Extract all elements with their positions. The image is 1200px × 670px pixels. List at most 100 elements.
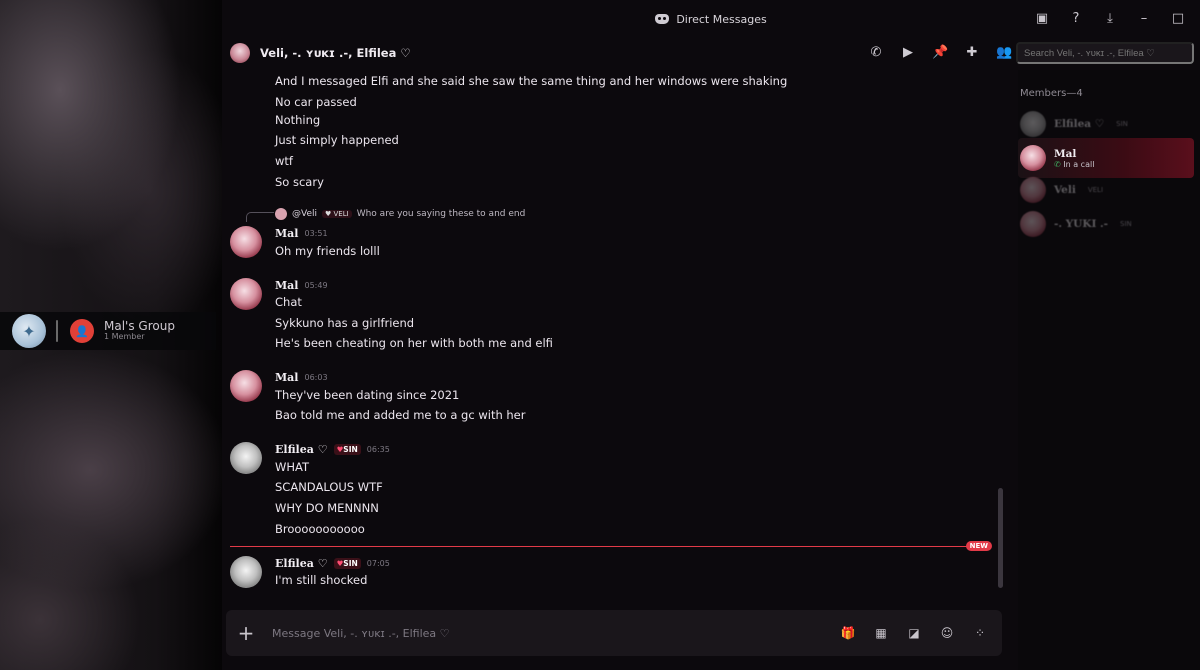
separator bbox=[56, 320, 58, 342]
composer-actions: 🎁 ▦ ◪ ☺ ⁘ bbox=[840, 625, 988, 641]
role-badge: ♥SIN bbox=[333, 558, 361, 569]
emoji-icon[interactable]: ☺ bbox=[939, 625, 955, 641]
mal-avatar[interactable] bbox=[230, 226, 262, 258]
inbox-icon[interactable]: ▣ bbox=[1034, 11, 1050, 27]
member-name: Mal bbox=[1054, 147, 1077, 160]
bird-avatar[interactable]: ✦ bbox=[12, 314, 46, 348]
new-messages-divider bbox=[230, 546, 990, 547]
elfilea-avatar[interactable] bbox=[230, 442, 262, 474]
message-line: Sykkuno has a girlfriend bbox=[275, 316, 415, 330]
phone-icon: ✆ bbox=[1054, 159, 1061, 169]
channel-name: Veli, -. ʏᴜᴋɪ .-, Elfilea ♡ bbox=[260, 46, 411, 60]
gif-icon[interactable]: ▦ bbox=[873, 625, 889, 641]
maximize-icon[interactable]: □ bbox=[1170, 11, 1186, 27]
group-entry[interactable]: Mal's Group 1 Member bbox=[104, 319, 175, 342]
message-line: WHY DO MENNNN bbox=[275, 501, 379, 515]
message-line: wtf bbox=[275, 154, 293, 168]
message-line: Oh my friends lolll bbox=[275, 244, 380, 258]
author-name[interactable]: Mal bbox=[275, 279, 298, 292]
titlebar-title-group: Direct Messages bbox=[655, 12, 767, 26]
left-group-strip: ✦ 👤 Mal's Group 1 Member bbox=[0, 312, 216, 350]
titlebar-title: Direct Messages bbox=[676, 12, 767, 26]
timestamp: 07:05 bbox=[366, 559, 390, 568]
message-list: And I messaged Elfi and she said she saw… bbox=[222, 68, 1012, 608]
gift-icon[interactable]: 🎁 bbox=[840, 625, 856, 641]
add-friends-icon[interactable]: ✚ bbox=[964, 45, 980, 61]
new-messages-badge: NEW bbox=[965, 541, 992, 551]
group-icon[interactable]: 👤 bbox=[70, 319, 94, 343]
reply-avatar bbox=[275, 208, 287, 220]
member-name: Elfilea ♡ bbox=[1054, 118, 1105, 130]
pin-icon[interactable]: 📌 bbox=[932, 45, 948, 61]
search-input[interactable] bbox=[1016, 42, 1194, 64]
voice-call-icon[interactable]: ✆ bbox=[868, 45, 884, 61]
member-role-tag: SIN bbox=[1120, 220, 1132, 228]
message-header: Mal 05:49 bbox=[275, 279, 328, 292]
author-name[interactable]: Mal bbox=[275, 227, 298, 240]
member-item[interactable]: Mal ✆ In a call bbox=[1018, 138, 1194, 178]
member-name: Veli bbox=[1054, 184, 1076, 196]
message-input[interactable] bbox=[272, 626, 792, 640]
message-line: WHAT bbox=[275, 460, 310, 474]
role-badge: ♥SIN bbox=[333, 444, 361, 455]
message-line: No car passed bbox=[275, 95, 357, 109]
help-icon[interactable]: ? bbox=[1068, 11, 1084, 27]
member-avatar bbox=[1020, 211, 1046, 237]
reply-reference[interactable]: @Veli ♥ VELI Who are you saying these to… bbox=[275, 208, 525, 220]
members-header: Members—4 bbox=[1020, 88, 1083, 99]
member-avatar bbox=[1020, 177, 1046, 203]
attach-plus-icon[interactable]: + bbox=[236, 621, 256, 645]
mal-avatar[interactable] bbox=[230, 278, 262, 310]
message-line: Nothing bbox=[275, 113, 321, 127]
channel-header: Veli, -. ʏᴜᴋɪ .-, Elfilea ♡ ✆ ▶ 📌 ✚ 👥 bbox=[222, 38, 1012, 68]
message-line: So scary bbox=[275, 175, 324, 189]
message-line: Just simply happened bbox=[275, 133, 399, 147]
reply-connector bbox=[246, 212, 274, 222]
author-name[interactable]: Elfilea ♡ bbox=[275, 557, 328, 570]
message-header: Mal 03:51 bbox=[275, 227, 328, 240]
discord-logo-icon bbox=[655, 14, 670, 24]
message-line: They've been dating since 2021 bbox=[275, 388, 460, 402]
apps-icon[interactable]: ⁘ bbox=[972, 625, 988, 641]
member-role-tag: VELI bbox=[1087, 186, 1104, 194]
member-list-icon[interactable]: 👥 bbox=[996, 45, 1012, 61]
sticker-icon[interactable]: ◪ bbox=[906, 625, 922, 641]
member-list-panel: Members—4 Elfilea ♡ SIN Mal ✆ In a call … bbox=[1018, 70, 1200, 670]
download-icon[interactable]: ⤓ bbox=[1102, 11, 1118, 27]
reply-text: Who are you saying these to and end bbox=[356, 209, 526, 219]
message-line: He's been cheating on her with both me a… bbox=[275, 336, 553, 350]
group-chat-avatar bbox=[230, 43, 250, 63]
elfilea-avatar[interactable] bbox=[230, 556, 262, 588]
member-avatar bbox=[1020, 145, 1046, 171]
timestamp: 03:51 bbox=[304, 229, 328, 238]
timestamp: 06:03 bbox=[304, 373, 328, 382]
member-info: Mal ✆ In a call bbox=[1054, 148, 1094, 169]
member-item[interactable]: Veli VELI bbox=[1018, 174, 1194, 206]
message-line: SCANDALOUS WTF bbox=[275, 480, 383, 494]
member-name: -. YUKI .- bbox=[1054, 218, 1109, 230]
titlebar: Direct Messages ▣ ? ⤓ – □ bbox=[222, 0, 1200, 38]
message-line: And I messaged Elfi and she said she saw… bbox=[275, 74, 788, 88]
member-item[interactable]: Elfilea ♡ SIN bbox=[1018, 108, 1194, 140]
message-line: I'm still shocked bbox=[275, 573, 368, 587]
message-composer: + 🎁 ▦ ◪ ☺ ⁘ bbox=[226, 610, 1002, 656]
minimize-icon[interactable]: – bbox=[1136, 11, 1152, 27]
message-line: Chat bbox=[275, 295, 302, 309]
message-header: Elfilea ♡ ♥SIN 07:05 bbox=[275, 557, 390, 570]
reply-mention: @Veli bbox=[292, 209, 317, 219]
app-window: Direct Messages ▣ ? ⤓ – □ Veli, -. ʏᴜᴋɪ … bbox=[222, 0, 1200, 670]
message-line: Brooooooooooo bbox=[275, 522, 365, 536]
timestamp: 06:35 bbox=[366, 445, 390, 454]
reply-role-badge: ♥ VELI bbox=[322, 210, 352, 218]
member-item[interactable]: -. YUKI .- SIN bbox=[1018, 208, 1194, 240]
group-member-count: 1 Member bbox=[104, 332, 145, 342]
author-name[interactable]: Elfilea ♡ bbox=[275, 443, 328, 456]
author-name[interactable]: Mal bbox=[275, 371, 298, 384]
message-scrollbar[interactable] bbox=[998, 488, 1003, 588]
mal-avatar[interactable] bbox=[230, 370, 262, 402]
titlebar-actions: ▣ ? ⤓ – □ bbox=[1034, 11, 1186, 27]
member-role-tag: SIN bbox=[1116, 120, 1128, 128]
video-call-icon[interactable]: ▶ bbox=[900, 45, 916, 61]
member-avatar bbox=[1020, 111, 1046, 137]
timestamp: 05:49 bbox=[304, 281, 328, 290]
